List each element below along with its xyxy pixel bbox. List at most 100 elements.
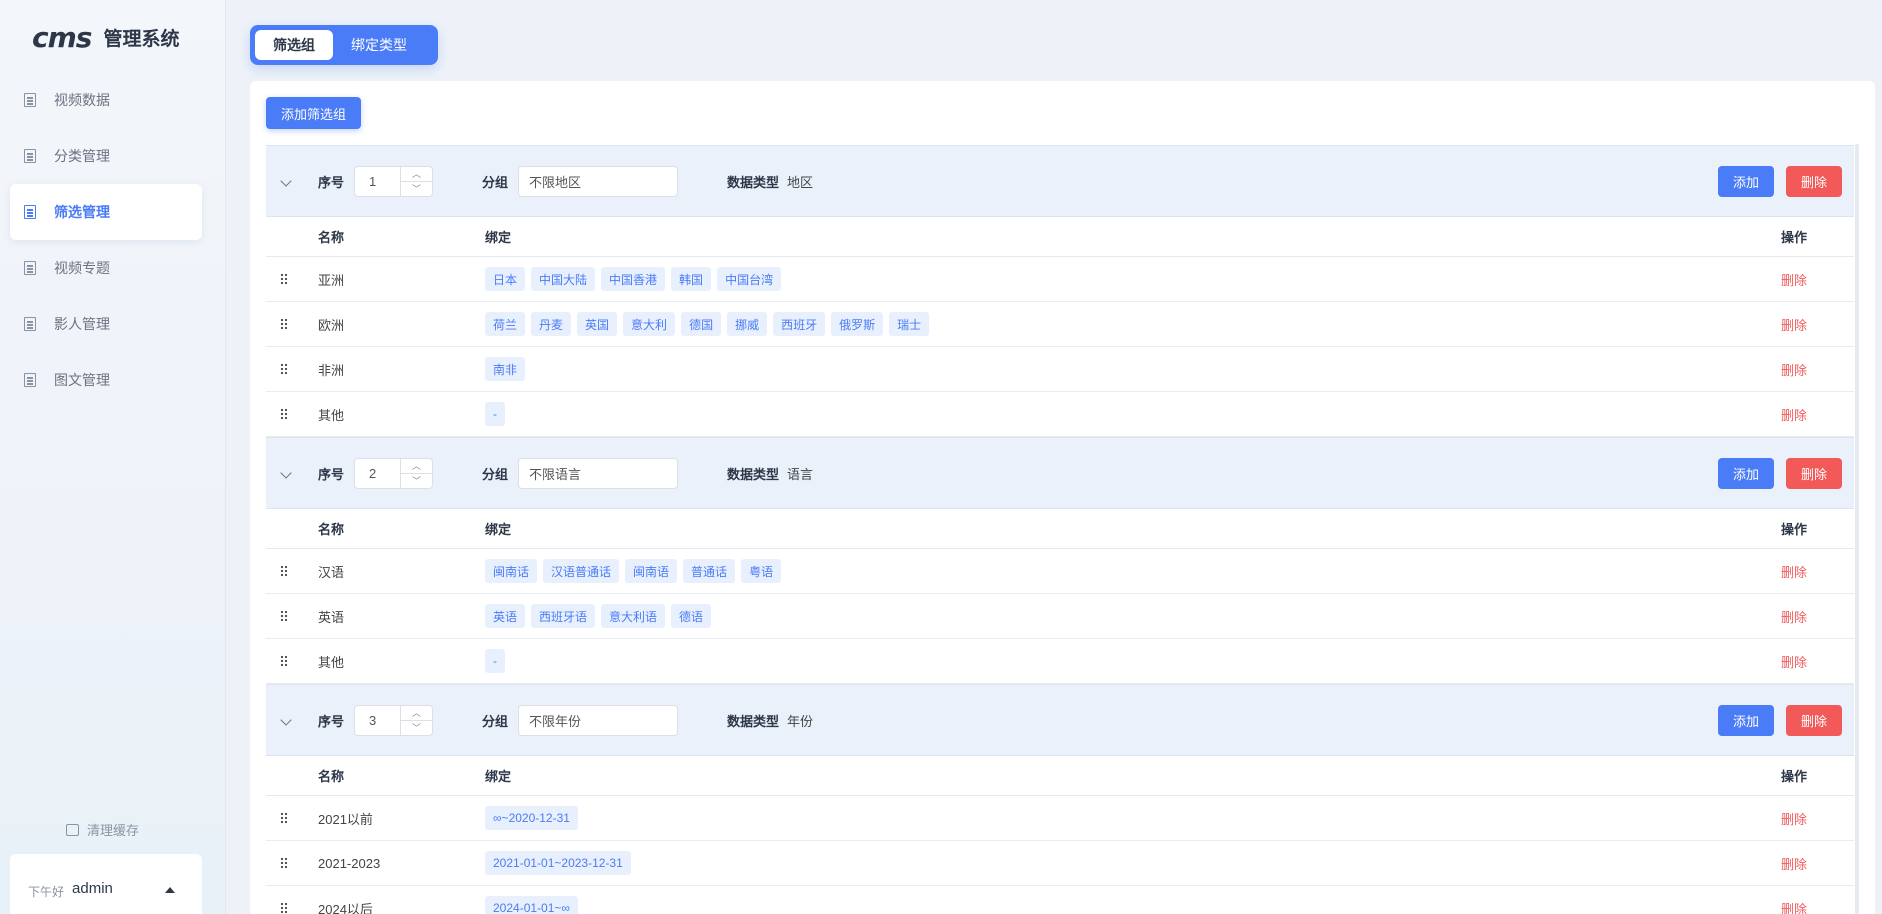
bound-tag[interactable]: 中国香港 <box>601 267 666 291</box>
bound-tag[interactable]: - <box>485 649 505 673</box>
vertical-scrollbar[interactable] <box>1855 144 1859 914</box>
col-name: 名称 <box>318 230 345 245</box>
bound-tag[interactable]: 英国 <box>577 312 618 336</box>
bound-tag[interactable]: 闽南语 <box>625 559 678 583</box>
delete-group-button[interactable]: 删除 <box>1786 704 1842 736</box>
bound-tag[interactable]: 普通话 <box>683 559 736 583</box>
drag-handle-icon[interactable] <box>280 565 287 577</box>
sidebar-item-0[interactable]: 视频数据 <box>10 72 202 128</box>
bound-tag[interactable]: 丹麦 <box>531 312 572 336</box>
table-row: 英语 英语 西班牙语 意大利语 德语 删除 <box>266 594 1854 639</box>
drag-handle-icon[interactable] <box>280 610 287 622</box>
user-box[interactable]: 下午好 admin <box>10 854 202 914</box>
drag-handle-icon[interactable] <box>280 812 287 824</box>
decrement-button[interactable]: ﹀ <box>401 180 432 196</box>
group-label: 分组 <box>482 713 509 729</box>
group-header: 序号 2︿﹀ 分组 数据类型语言 添加删除 <box>266 437 1854 509</box>
drag-handle-icon[interactable] <box>280 655 287 667</box>
delete-group-button[interactable]: 删除 <box>1786 165 1842 197</box>
caret-up-icon[interactable] <box>165 887 175 893</box>
bound-tags: ∞~2020-12-31 <box>485 806 578 830</box>
row-name: 亚洲 <box>318 272 345 288</box>
drag-handle-icon[interactable] <box>280 363 287 375</box>
bound-tag[interactable]: ∞~2020-12-31 <box>485 806 578 830</box>
delete-group-button[interactable]: 删除 <box>1786 457 1842 489</box>
bound-tag[interactable]: 2024-01-01~∞ <box>485 896 578 914</box>
bound-tag[interactable]: 德语 <box>671 604 712 628</box>
row-delete-link[interactable]: 删除 <box>1781 315 1807 334</box>
bound-tag[interactable]: 俄罗斯 <box>831 312 884 336</box>
bound-tag[interactable]: 韩国 <box>671 267 712 291</box>
sidebar-item-5[interactable]: 图文管理 <box>10 352 202 408</box>
seq-label: 序号 <box>318 466 345 482</box>
increment-button[interactable]: ︿ <box>401 167 432 181</box>
bound-tag[interactable]: 2021-01-01~2023-12-31 <box>485 851 631 875</box>
row-delete-link[interactable]: 删除 <box>1781 854 1807 873</box>
row-delete-link[interactable]: 删除 <box>1781 405 1807 424</box>
decrement-button[interactable]: ﹀ <box>401 719 432 735</box>
bound-tag[interactable]: 西班牙 <box>773 312 826 336</box>
add-button[interactable]: 添加 <box>1718 165 1774 197</box>
sidebar-item-4[interactable]: 影人管理 <box>10 296 202 352</box>
seq-stepper[interactable]: 2 ︿ ﹀ <box>354 457 433 489</box>
bound-tag[interactable]: 意大利语 <box>601 604 666 628</box>
sidebar-nav: 视频数据 分类管理 筛选管理视频专题影人管理 图文管理 <box>10 72 202 408</box>
bound-tag[interactable]: 英语 <box>485 604 526 628</box>
sidebar-item-label: 视频专题 <box>54 260 110 276</box>
bound-tag[interactable]: 瑞士 <box>889 312 930 336</box>
seq-value[interactable]: 3 <box>355 713 400 728</box>
bound-tag[interactable]: 荷兰 <box>485 312 526 336</box>
row-delete-link[interactable]: 删除 <box>1781 899 1807 914</box>
clear-cache-button[interactable]: 清理缓存 <box>66 820 139 839</box>
chevron-down-icon[interactable] <box>280 175 292 187</box>
seq-value[interactable]: 2 <box>355 466 400 481</box>
row-delete-link[interactable]: 删除 <box>1781 607 1807 626</box>
bound-tag[interactable]: 南非 <box>485 357 526 381</box>
add-filter-group-button[interactable]: 添加筛选组 <box>266 97 362 129</box>
col-name: 名称 <box>318 522 345 537</box>
row-delete-link[interactable]: 删除 <box>1781 270 1807 289</box>
table-row: 亚洲 日本 中国大陆 中国香港 韩国 中国台湾 删除 <box>266 257 1854 302</box>
drag-handle-icon[interactable] <box>280 318 287 330</box>
sidebar-item-2[interactable]: 筛选管理 <box>10 184 202 240</box>
add-button[interactable]: 添加 <box>1718 704 1774 736</box>
drag-handle-icon[interactable] <box>280 902 287 914</box>
group-name-input[interactable] <box>518 165 678 197</box>
bound-tag[interactable]: 中国大陆 <box>531 267 596 291</box>
chevron-down-icon[interactable] <box>280 714 292 726</box>
drag-handle-icon[interactable] <box>280 273 287 285</box>
row-delete-link[interactable]: 删除 <box>1781 809 1807 828</box>
bound-tag[interactable]: 意大利 <box>623 312 676 336</box>
sidebar-item-3[interactable]: 视频专题 <box>10 240 202 296</box>
seq-stepper[interactable]: 1 ︿ ﹀ <box>354 165 433 197</box>
cache-icon <box>66 823 79 836</box>
decrement-button[interactable]: ﹀ <box>401 472 432 488</box>
add-button[interactable]: 添加 <box>1718 457 1774 489</box>
chevron-down-icon[interactable] <box>280 467 292 479</box>
group-name-input[interactable] <box>518 704 678 736</box>
bound-tag[interactable]: 中国台湾 <box>717 267 782 291</box>
seq-value[interactable]: 1 <box>355 174 400 189</box>
row-delete-link[interactable]: 删除 <box>1781 360 1807 379</box>
drag-handle-icon[interactable] <box>280 857 287 869</box>
bound-tag[interactable]: 西班牙语 <box>531 604 596 628</box>
tab-0[interactable]: 筛选组 <box>255 30 333 60</box>
sidebar-item-1[interactable]: 分类管理 <box>10 128 202 184</box>
group-name-input[interactable] <box>518 457 678 489</box>
bound-tag[interactable]: 粤语 <box>741 559 782 583</box>
bound-tag[interactable]: 汉语普通话 <box>543 559 620 583</box>
increment-button[interactable]: ︿ <box>401 459 432 473</box>
bound-tag[interactable]: 德国 <box>681 312 722 336</box>
bound-tag[interactable]: 挪威 <box>727 312 768 336</box>
tab-1[interactable]: 绑定类型 <box>333 30 425 60</box>
bound-tag[interactable]: - <box>485 402 505 426</box>
bound-tag[interactable]: 闽南话 <box>485 559 538 583</box>
drag-handle-icon[interactable] <box>280 408 287 420</box>
row-delete-link[interactable]: 删除 <box>1781 652 1807 671</box>
table-row: 汉语 闽南话 汉语普通话 闽南语 普通话 粤语 删除 <box>266 549 1854 594</box>
row-delete-link[interactable]: 删除 <box>1781 562 1807 581</box>
bound-tags: 2024-01-01~∞ <box>485 896 578 914</box>
bound-tag[interactable]: 日本 <box>485 267 526 291</box>
increment-button[interactable]: ︿ <box>401 706 432 720</box>
seq-stepper[interactable]: 3 ︿ ﹀ <box>354 704 433 736</box>
